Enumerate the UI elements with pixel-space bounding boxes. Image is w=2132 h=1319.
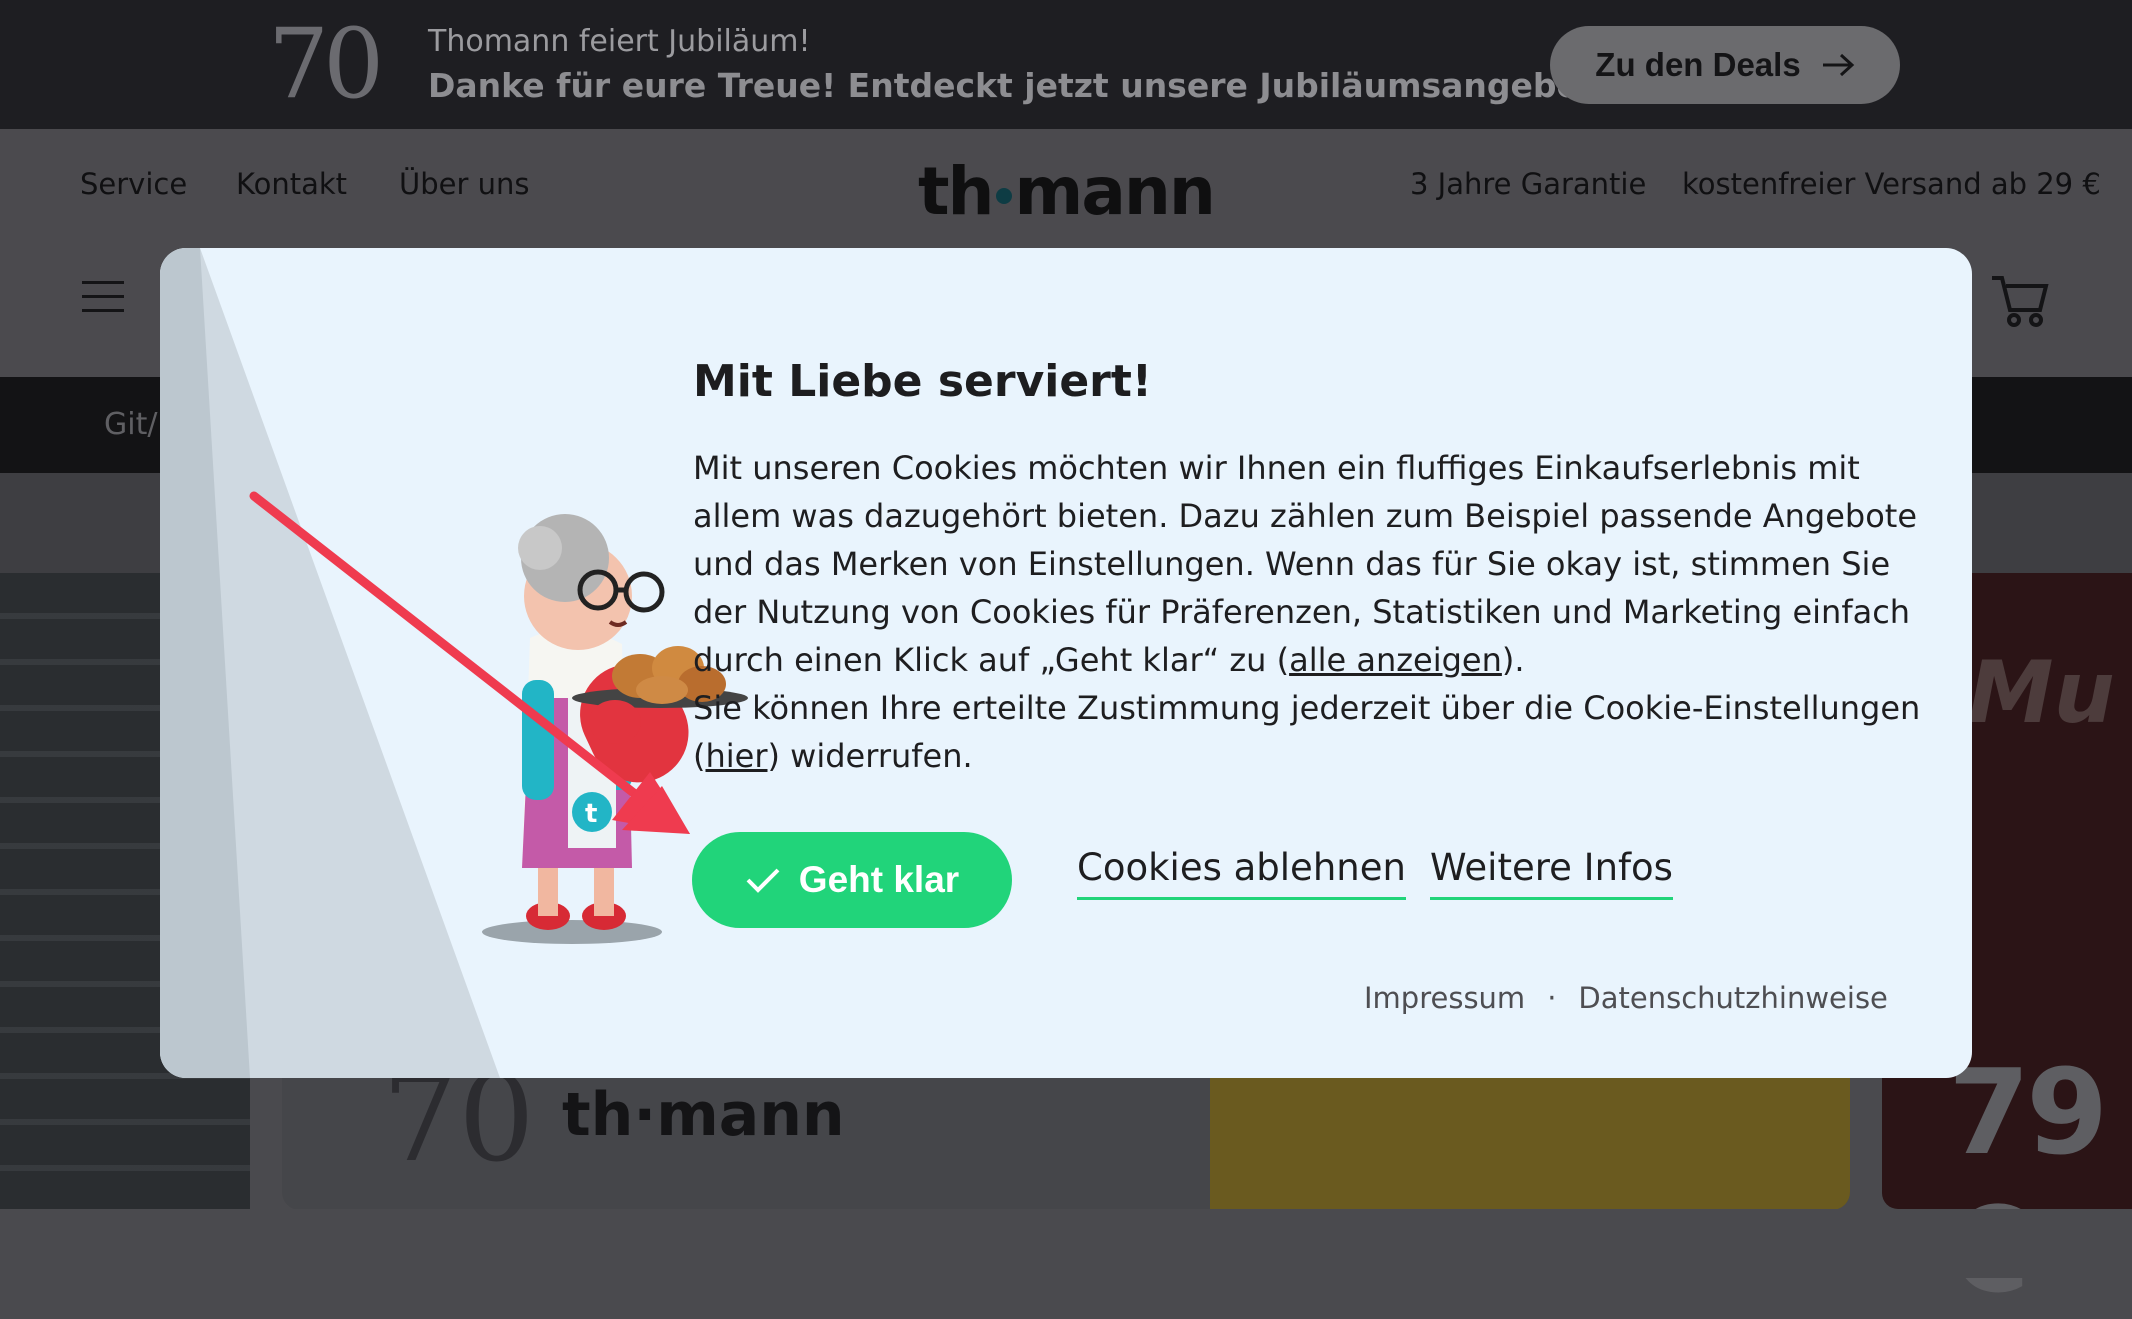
arrow-right-icon <box>1822 53 1854 77</box>
hero-logo: th·mann <box>562 1080 845 1150</box>
page-bottom <box>0 1209 2132 1278</box>
svg-text:t: t <box>585 799 597 829</box>
checkmark-icon <box>746 868 780 893</box>
hero-script-text: Mu <box>1968 643 2115 743</box>
more-info-link[interactable]: Weitere Infos <box>1430 846 1673 900</box>
cart-icon[interactable] <box>1990 272 2050 328</box>
revoke-here-link[interactable]: hier <box>705 737 767 775</box>
category-item-first[interactable]: Git/ <box>104 407 157 442</box>
decline-cookies-link[interactable]: Cookies ablehnen <box>1077 846 1406 900</box>
promo-headline: Thomann feiert Jubiläum! <box>428 24 811 59</box>
show-all-cookies-link[interactable]: alle anzeigen <box>1289 641 1502 679</box>
logo-text-right: mann <box>1014 153 1216 230</box>
menu-icon[interactable] <box>82 281 124 313</box>
dialog-title: Mit Liebe serviert! <box>693 356 1152 407</box>
nav-link-kontakt[interactable]: Kontakt <box>236 167 347 201</box>
hero-banner[interactable]: 70 th·mann <box>282 1050 1850 1210</box>
thomann-logo[interactable]: th mann <box>918 153 1216 230</box>
accept-button-label: Geht klar <box>798 859 960 900</box>
logo-dot <box>995 187 1012 204</box>
footer-separator: · <box>1547 981 1557 1015</box>
anniversary-badge: 70 <box>268 8 384 120</box>
promo-bar: 70 Thomann feiert Jubiläum! Danke für eu… <box>0 0 2132 129</box>
privacy-link[interactable]: Datenschutzhinweise <box>1578 981 1887 1015</box>
accept-cookies-button[interactable]: Geht klar <box>692 832 1012 928</box>
hero-banner-accent <box>1210 1060 1850 1210</box>
nav-link-service[interactable]: Service <box>80 167 187 201</box>
nav-link-ueber-uns[interactable]: Über uns <box>399 167 530 201</box>
promo-subline: Danke für eure Treue! Entdeckt jetzt uns… <box>428 66 1630 105</box>
dialog-footer-links: Impressum · Datenschutzhinweise <box>1364 981 1888 1015</box>
usp-shipping[interactable]: kostenfreier Versand ab 29 € <box>1682 167 2101 201</box>
deals-button-label: Zu den Deals <box>1595 46 1801 83</box>
deals-button[interactable]: Zu den Deals <box>1550 26 1900 104</box>
impressum-link[interactable]: Impressum <box>1364 981 1525 1015</box>
cookie-consent-dialog: t Mit Liebe serviert! Mit unseren Cookie… <box>160 248 1972 1078</box>
logo-text-left: th <box>918 153 995 230</box>
dialog-body: Mit unseren Cookies möchten wir Ihnen ei… <box>693 449 1921 775</box>
usp-guarantee[interactable]: 3 Jahre Garantie <box>1410 167 1646 201</box>
site-header: Service Kontakt Über uns th mann 3 Jahre … <box>0 129 2132 249</box>
